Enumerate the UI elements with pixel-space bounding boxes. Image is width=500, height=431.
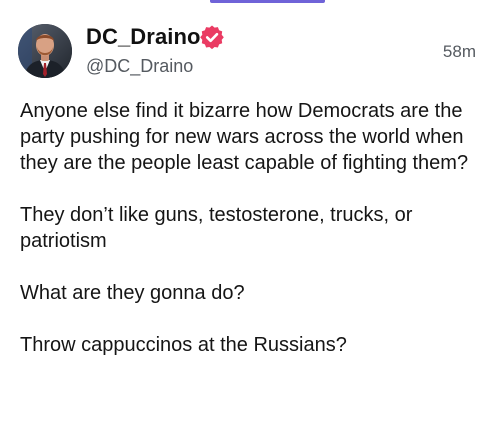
post-paragraph: Throw cappuccinos at the Russians? bbox=[20, 334, 347, 356]
user-handle[interactable]: @DC_Draino bbox=[86, 55, 193, 77]
post-paragraph: They don’t like guns, testosterone, truc… bbox=[20, 204, 413, 252]
post-timestamp[interactable]: 58m bbox=[443, 42, 476, 62]
avatar-portrait-icon bbox=[18, 24, 72, 78]
display-name[interactable]: DC_Draino bbox=[86, 24, 201, 50]
post-paragraph: Anyone else find it bizarre how Democrat… bbox=[20, 100, 469, 174]
post-body: Anyone else find it bizarre how Democrat… bbox=[20, 98, 490, 358]
avatar[interactable] bbox=[18, 24, 72, 78]
post-paragraph: What are they gonna do? bbox=[20, 282, 245, 304]
verified-badge-icon bbox=[199, 24, 225, 50]
post-card: DC_Draino @DC_Draino 58m Anyone else fin… bbox=[0, 0, 500, 431]
